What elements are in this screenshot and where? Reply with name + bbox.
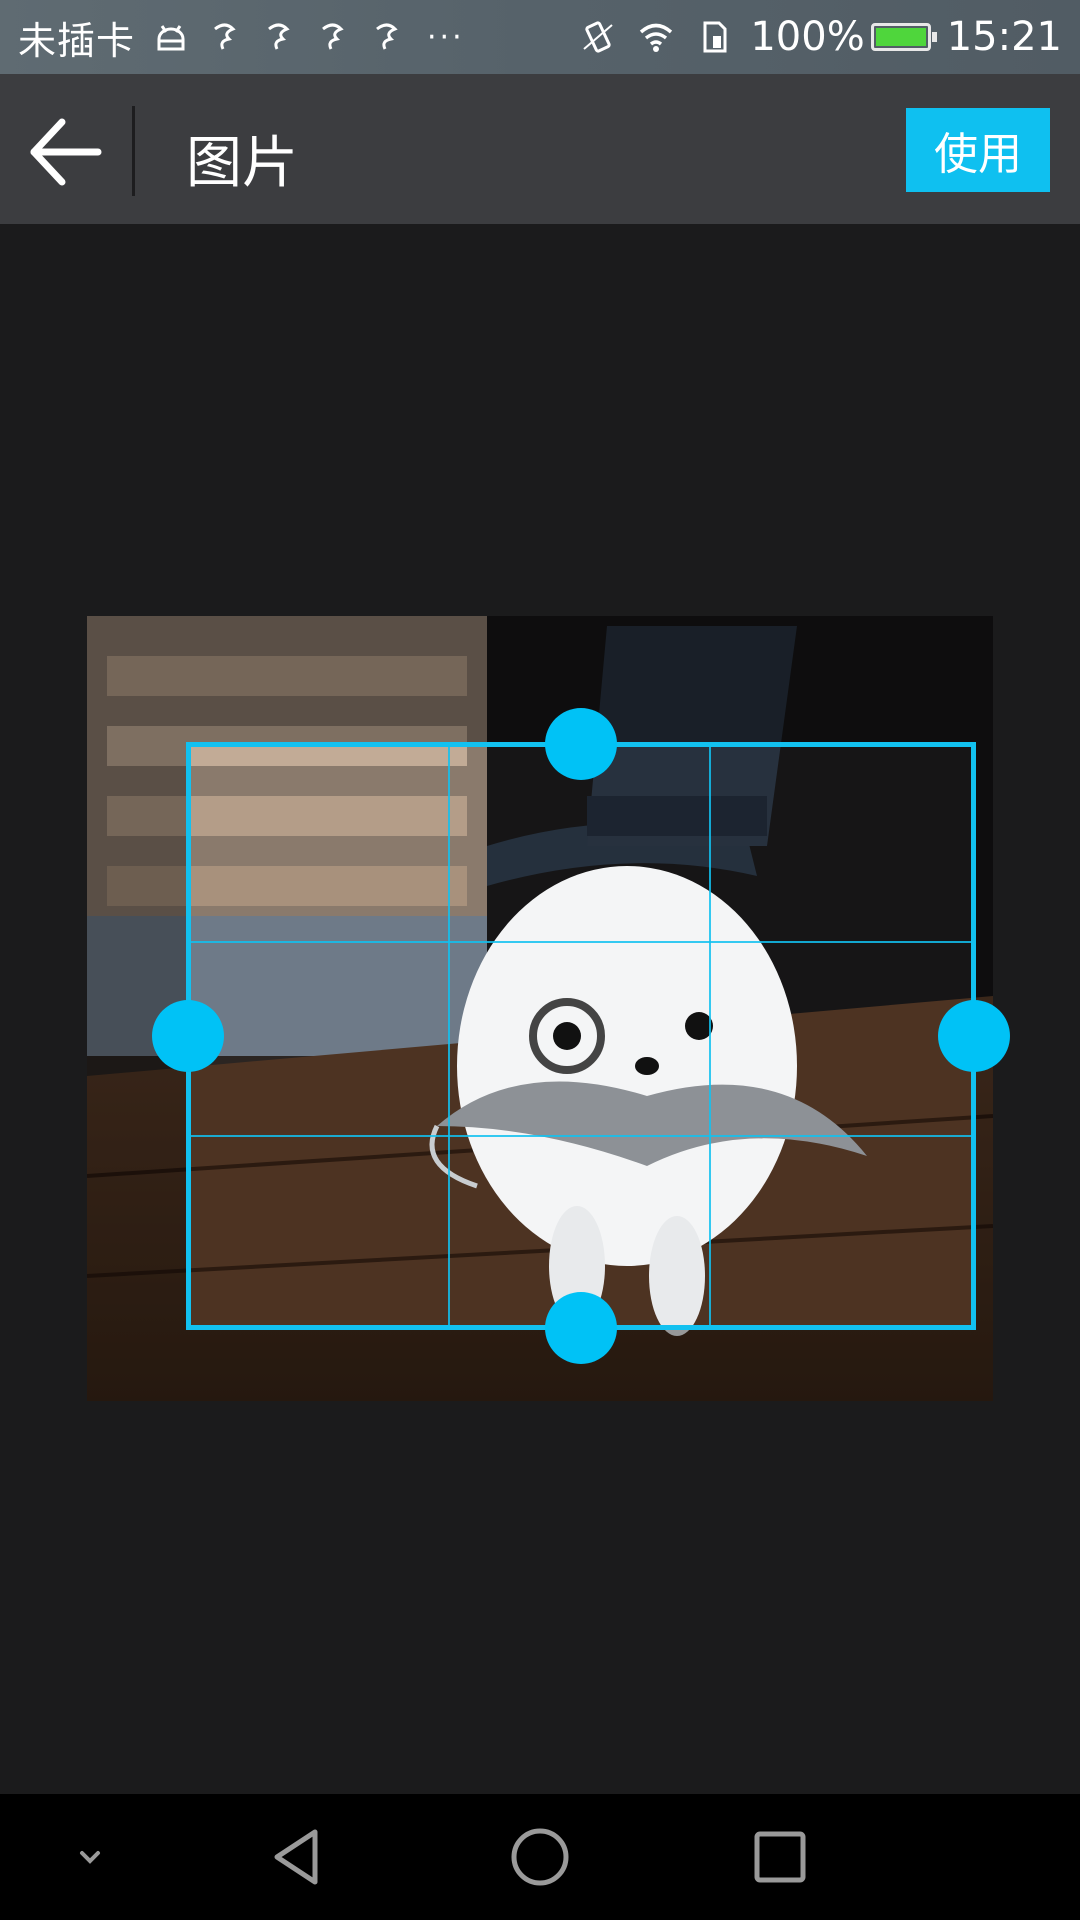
crop-preview [191, 747, 971, 1325]
crop-handle-bottom[interactable] [545, 1292, 617, 1364]
notification-app-icon [376, 23, 398, 50]
notification-app-icon [214, 23, 236, 50]
battery-percent: 100% [750, 14, 865, 60]
home-circle-icon [511, 1828, 569, 1886]
notification-app-icon [322, 23, 344, 50]
sim-icon [703, 21, 727, 53]
overflow-indicator: ··· [427, 19, 465, 55]
status-bar: 未插卡 ··· 100% 15:21 [0, 0, 1080, 74]
crop-handle-left[interactable] [152, 1000, 224, 1072]
android-icon [157, 25, 185, 51]
vibrate-icon [583, 21, 614, 53]
action-bar: 图片 使用 [0, 74, 1080, 224]
use-button[interactable]: 使用 [906, 108, 1050, 192]
page-title: 图片 [186, 131, 298, 196]
chevron-down-icon [80, 1851, 100, 1864]
hide-nav-button[interactable] [30, 1794, 150, 1920]
status-bar-left: 未插卡 ··· [18, 0, 465, 74]
crop-grid-line [709, 747, 711, 1325]
crop-grid-line [191, 1135, 971, 1137]
crop-handle-top[interactable] [545, 708, 617, 780]
crop-handle-right[interactable] [938, 1000, 1010, 1072]
crop-grid-line [448, 747, 450, 1325]
navigation-bar [0, 1794, 1080, 1920]
carrier-label: 未插卡 [18, 18, 136, 63]
nav-recents-button[interactable] [720, 1794, 840, 1920]
header-divider [132, 106, 135, 196]
wifi-icon [640, 23, 673, 52]
crop-frame[interactable] [186, 742, 976, 1330]
crop-grid-line [191, 941, 971, 943]
nav-home-button[interactable] [480, 1794, 600, 1920]
clock: 15:21 [946, 14, 1062, 60]
nav-back-button[interactable] [240, 1794, 360, 1920]
recents-square-icon [754, 1831, 806, 1883]
arrow-left-icon[interactable] [26, 114, 102, 190]
back-triangle-icon [274, 1829, 318, 1885]
notification-app-icon [268, 23, 290, 50]
battery-charging-icon [870, 23, 937, 51]
status-bar-right: 100% 15:21 [558, 0, 1062, 74]
